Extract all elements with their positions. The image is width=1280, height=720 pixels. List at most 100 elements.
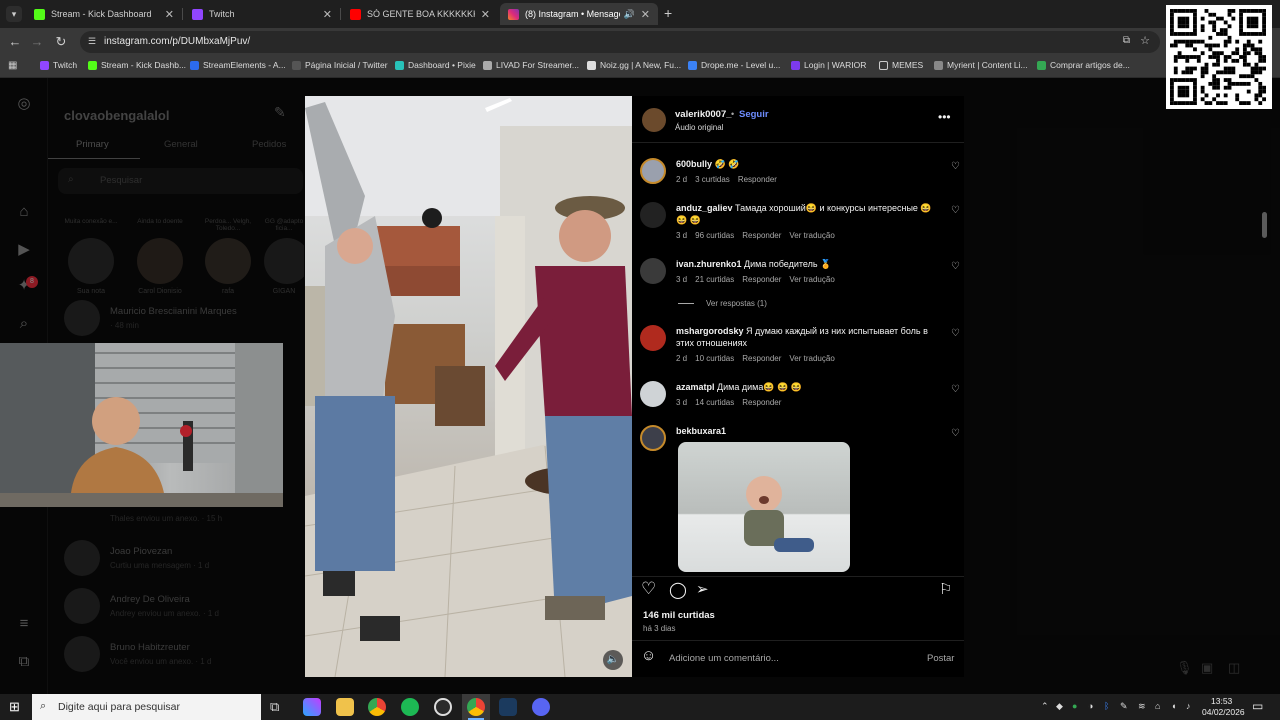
chrome-active-icon[interactable] <box>467 698 485 716</box>
comment-likes[interactable]: 10 curtidas <box>695 354 734 363</box>
tab-twitch[interactable]: Twitch ✕ <box>184 3 340 25</box>
close-tab-icon[interactable]: ✕ <box>481 8 490 21</box>
tray-app-icon[interactable]: ● <box>1072 701 1077 711</box>
notifications-icon[interactable]: ▭ <box>1252 699 1263 713</box>
bookmark-item[interactable]: Noiz.gg | A New, Fu... <box>587 60 681 70</box>
bookmark-item[interactable]: Twitch <box>40 60 77 70</box>
discord-icon[interactable] <box>532 698 550 716</box>
audio-label[interactable]: Áudio original <box>675 123 723 132</box>
close-tab-icon[interactable]: ✕ <box>165 8 174 21</box>
address-bar[interactable]: ☰ instagram.com/p/DUMbxaMjPuv/ ⧉ ☆ <box>80 31 1160 53</box>
speaker-icon[interactable]: 🔊 <box>624 9 635 20</box>
mute-icon[interactable]: 🔈 <box>603 650 623 670</box>
like-comment-icon[interactable]: ♡ <box>951 428 960 439</box>
reload-icon[interactable]: ↻ <box>52 33 70 51</box>
likes-count[interactable]: 146 mil curtidas <box>643 610 715 621</box>
tray-app-icon[interactable]: ♪ <box>1186 701 1191 711</box>
comment-username[interactable]: anduz_galiev <box>676 203 733 213</box>
like-comment-icon[interactable]: ♡ <box>951 384 960 395</box>
bookmark-folder[interactable]: MEMES <box>879 60 923 70</box>
forward-icon[interactable]: → <box>28 33 46 51</box>
comment-icon[interactable]: ◯ <box>669 580 687 600</box>
task-view-icon[interactable]: ⧉ <box>270 699 279 715</box>
avatar[interactable] <box>640 202 666 228</box>
comment-username[interactable]: azamatpl <box>676 382 715 392</box>
avatar[interactable] <box>640 425 666 451</box>
spotify-icon[interactable] <box>401 698 419 716</box>
tray-app-icon[interactable]: ◆ <box>1056 701 1063 712</box>
back-icon[interactable]: ← <box>6 33 24 51</box>
save-post-icon[interactable]: ⚐ <box>939 580 952 598</box>
bookmark-item[interactable]: StreamElements - A... <box>190 60 286 70</box>
bookmark-item[interactable]: Dashboard • Pixie <box>395 60 476 70</box>
network-icon[interactable]: ⌂ <box>1155 701 1160 711</box>
more-options-icon[interactable]: ••• <box>938 110 951 124</box>
copilot-icon[interactable] <box>303 698 321 716</box>
tab-kick-dashboard[interactable]: Stream - Kick Dashboard ✕ <box>26 3 182 25</box>
bookmark-star-icon[interactable]: ☆ <box>1140 34 1150 47</box>
bookmark-item[interactable]: Myrient | Content Li... <box>934 60 1028 70</box>
wifi-icon[interactable]: ≋ <box>1138 701 1146 712</box>
bookmark-item[interactable]: Página Inicial / Twitter <box>292 60 388 70</box>
bookmark-item[interactable]: LIVAD For Streamer... <box>483 60 579 70</box>
close-tab-icon[interactable]: ✕ <box>323 8 332 21</box>
reply-button[interactable]: Responder <box>742 354 781 363</box>
avatar[interactable] <box>640 158 666 184</box>
reply-button[interactable]: Responder <box>742 275 781 284</box>
tray-app-icon[interactable]: ◑ <box>1088 701 1093 711</box>
like-comment-icon[interactable]: ♡ <box>951 161 960 172</box>
new-tab-button[interactable]: + <box>664 5 672 21</box>
close-tab-icon[interactable]: ✕ <box>641 8 650 21</box>
view-replies-button[interactable]: Ver respostas (1) <box>678 299 767 308</box>
avatar[interactable] <box>640 258 666 284</box>
file-explorer-icon[interactable] <box>336 698 354 716</box>
tray-chevron-icon[interactable]: ⌃ <box>1041 701 1049 712</box>
comment-username[interactable]: bekbuxara1 <box>676 426 726 436</box>
bookmark-item[interactable]: Comprar artigos de... <box>1037 60 1130 70</box>
comment-likes[interactable]: 14 curtidas <box>695 398 734 407</box>
like-comment-icon[interactable]: ♡ <box>951 328 960 339</box>
windows-start-icon[interactable]: ⊞ <box>9 700 23 714</box>
comment-likes[interactable]: 96 curtidas <box>695 231 734 240</box>
tab-instagram[interactable]: (8) Instagram • Mensagens 🔊 ✕ <box>500 3 658 25</box>
site-info-icon[interactable]: ☰ <box>88 36 96 47</box>
obs-icon[interactable] <box>434 698 452 716</box>
comment-likes[interactable]: 21 curtidas <box>695 275 734 284</box>
follow-button[interactable]: Seguir <box>739 109 769 120</box>
comment-username[interactable]: 600bully <box>676 159 712 169</box>
emoji-icon[interactable]: ☺ <box>641 647 656 664</box>
apps-grid-icon[interactable]: ▦ <box>8 60 17 71</box>
like-comment-icon[interactable]: ♡ <box>951 205 960 216</box>
comment-likes[interactable]: 3 curtidas <box>695 175 730 184</box>
bookmark-item[interactable]: Drope.me - Level u... <box>688 60 780 70</box>
translate-button[interactable]: Ver tradução <box>789 275 834 284</box>
like-comment-icon[interactable]: ♡ <box>951 261 960 272</box>
page-scrollbar[interactable] <box>1262 212 1267 238</box>
share-icon[interactable]: ➢ <box>696 580 709 598</box>
post-comment-button[interactable]: Postar <box>927 653 954 664</box>
tray-app-icon[interactable]: ✎ <box>1120 701 1128 712</box>
reply-button[interactable]: Responder <box>742 231 781 240</box>
tab-search-icon[interactable]: ▾ <box>6 6 22 22</box>
chrome-icon[interactable] <box>368 698 386 716</box>
comment-username[interactable]: mshargorodsky <box>676 326 744 336</box>
author-avatar[interactable] <box>642 108 666 132</box>
reply-button[interactable]: Responder <box>738 175 777 184</box>
comment-image[interactable] <box>678 442 850 572</box>
translate-button[interactable]: Ver tradução <box>789 231 834 240</box>
post-video[interactable]: 🔈 <box>305 96 632 677</box>
bluetooth-icon[interactable]: ᛒ <box>1104 701 1109 711</box>
like-post-icon[interactable]: ♡ <box>641 579 656 599</box>
volume-icon[interactable]: ◖ <box>1171 701 1176 711</box>
clock-date[interactable]: 04/02/2026 <box>1202 707 1245 717</box>
bookmark-item[interactable]: Stream - Kick Dashb... <box>88 60 186 70</box>
tab-youtube[interactable]: SÓ GENTE BOA KKKKKKKK - Yo ✕ <box>342 3 498 25</box>
add-comment-input[interactable]: Adicione um comentário... <box>669 653 779 664</box>
avatar[interactable] <box>640 325 666 351</box>
translate-button[interactable]: Ver tradução <box>789 354 834 363</box>
avatar[interactable] <box>640 381 666 407</box>
bookmark-item[interactable]: Login | WARIOR <box>791 60 866 70</box>
install-app-icon[interactable]: ⧉ <box>1123 35 1130 46</box>
comment-username[interactable]: ivan.zhurenko1 <box>676 259 742 269</box>
steam-icon[interactable] <box>499 698 517 716</box>
